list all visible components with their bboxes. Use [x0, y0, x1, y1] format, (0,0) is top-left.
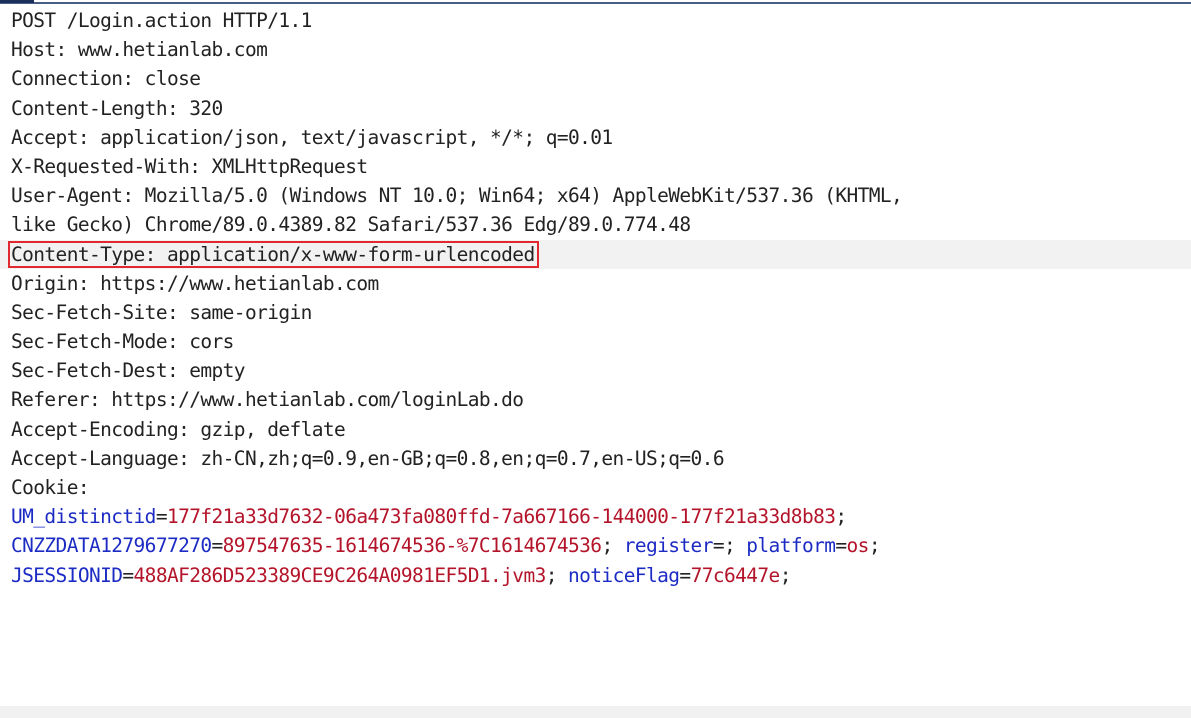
cookie-line-2: CNZZDATA1279677270=897547635-1614674536-… — [0, 531, 1191, 560]
cookie-key: platform — [746, 534, 836, 558]
content-type-highlight-box: Content-Type: application/x-www-form-url… — [8, 240, 539, 268]
cookie-equals: = — [122, 563, 134, 587]
http-request-editor[interactable]: POST /Login.action HTTP/1.1 Host: www.he… — [0, 6, 1191, 706]
header-sec-fetch-mode: Sec-Fetch-Mode: cors — [11, 330, 234, 354]
cookie-key: JSESSIONID — [11, 563, 123, 587]
header-user-agent: User-Agent: Mozilla/5.0 (Windows NT 10.0… — [11, 184, 903, 208]
header-referer: Referer: https://www.hetianlab.com/login… — [11, 388, 524, 412]
cookie-equals: = — [712, 534, 725, 558]
cookie-equals: = — [155, 505, 168, 529]
cookie-key: noticeFlag — [568, 563, 680, 587]
header-content-length: Content-Length: 320 — [11, 96, 223, 120]
cookie-value: 77c6447e — [690, 563, 781, 587]
cookie-line-3: JSESSIONID=488AF286D523389CE9C264A0981EF… — [0, 561, 1191, 590]
header-x-requested-with: X-Requested-With: XMLHttpRequest — [11, 154, 368, 178]
header-accept-encoding: Accept-Encoding: gzip, deflate — [11, 417, 346, 441]
header-cookie-label: Cookie: — [11, 476, 90, 499]
editor-top-border — [0, 0, 1191, 4]
editor-top-accent — [0, 0, 34, 3]
cookie-equals: = — [679, 563, 691, 587]
cookie-separator: ; — [545, 563, 569, 587]
cookie-value: os — [846, 534, 870, 558]
cookie-separator: ; — [779, 563, 792, 587]
cookie-value: 897547635-1614674536-%7C1614674536 — [222, 534, 602, 558]
header-sec-fetch-site: Sec-Fetch-Site: same-origin — [11, 300, 312, 324]
cookie-key: CNZZDATA1279677270 — [11, 534, 212, 558]
header-connection: Connection: close — [11, 67, 201, 91]
cookie-separator: ; — [723, 534, 747, 558]
cookie-separator: ; — [601, 534, 624, 558]
header-accept: Accept: application/json, text/javascrip… — [11, 125, 613, 149]
header-content-type-row: Content-Type: application/x-www-form-url… — [0, 239, 1191, 269]
header-sec-fetch-dest: Sec-Fetch-Dest: empty — [11, 359, 246, 383]
header-accept-language: Accept-Language: zh-CN,zh;q=0.9,en-GB;q=… — [11, 446, 725, 470]
cookie-equals: = — [835, 534, 847, 558]
cookie-value: 177f21a33d7632-06a473fa080ffd-7a667166-1… — [166, 505, 836, 529]
header-user-agent-continued: like Gecko) Chrome/89.0.4389.82 Safari/5… — [11, 213, 691, 237]
editor-bottom-scroll-area[interactable] — [0, 706, 1191, 718]
cookie-separator: ; — [868, 534, 881, 558]
header-origin: Origin: https://www.hetianlab.com — [11, 271, 379, 295]
cookie-key: register — [623, 534, 714, 558]
cookie-line-1: UM_distinctid=177f21a33d7632-06a473fa080… — [0, 502, 1191, 531]
request-line: POST /Login.action HTTP/1.1 — [11, 9, 312, 32]
cookie-equals: = — [211, 534, 224, 558]
cookie-separator: ; — [835, 505, 847, 529]
cookie-key: UM_distinctid — [11, 505, 156, 529]
header-host: Host: www.hetianlab.com — [11, 38, 268, 62]
cookie-value: 488AF286D523389CE9C264A0981EF5D1.jvm3 — [133, 563, 547, 587]
